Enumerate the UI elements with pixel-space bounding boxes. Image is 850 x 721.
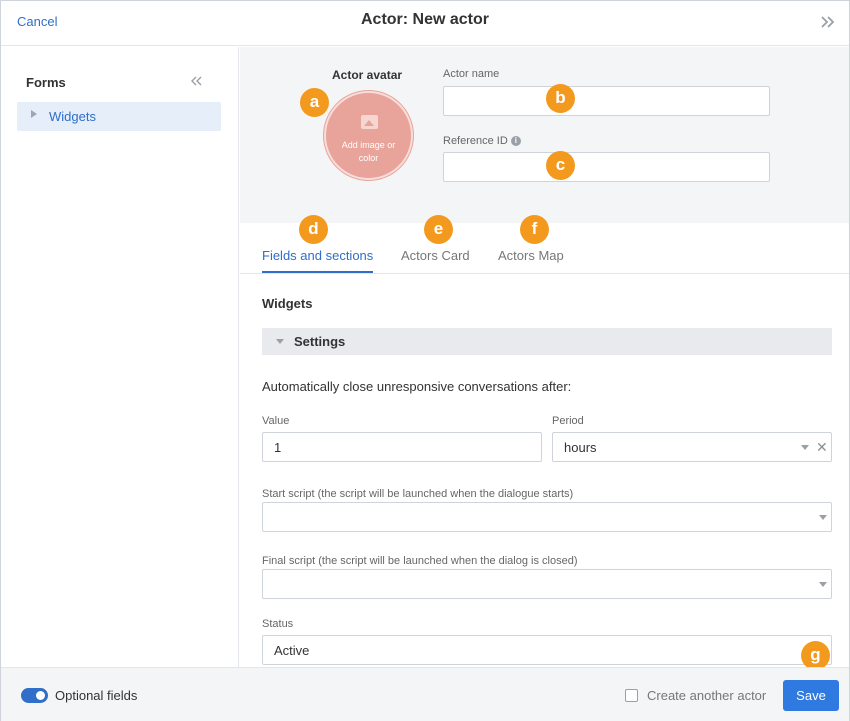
tab-actors-card[interactable]: Actors Card — [401, 248, 470, 273]
callout-badge-g: g — [801, 641, 830, 667]
sidebar-item-label: Widgets — [49, 109, 96, 124]
chevron-down-icon — [819, 582, 827, 587]
create-another-checkbox[interactable] — [625, 689, 638, 702]
value-input[interactable]: 1 — [262, 432, 542, 462]
tab-actors-map[interactable]: Actors Map — [498, 248, 564, 273]
settings-label: Settings — [294, 334, 346, 349]
value-label: Value — [262, 415, 290, 427]
avatar-hint: Add image or color — [341, 140, 396, 163]
triangle-down-icon — [276, 339, 284, 344]
start-script-label: Start script (the script will be launche… — [262, 488, 574, 500]
sidebar-item-widgets[interactable]: Widgets — [17, 102, 221, 131]
actor-info-panel: Actor avatar Add image or color a Actor … — [240, 47, 849, 223]
create-another-label[interactable]: Create another actor — [647, 688, 766, 703]
callout-badge-c: c — [546, 151, 575, 180]
image-icon — [361, 115, 378, 129]
form-content: Widgets Settings Automatically close unr… — [240, 275, 849, 667]
period-label: Period — [552, 415, 584, 427]
status-select[interactable]: Active — [262, 635, 832, 665]
tab-fields-and-sections[interactable]: Fields and sections — [262, 248, 374, 273]
tab-bar: d e f Fields and sections Actors Card Ac… — [240, 215, 849, 274]
sidebar-title: Forms — [26, 75, 66, 90]
chevron-down-icon — [819, 515, 827, 520]
settings-section-toggle[interactable]: Settings — [262, 328, 832, 355]
close-icon[interactable]: ✕ — [816, 440, 828, 454]
callout-badge-d: d — [299, 215, 328, 244]
save-button[interactable]: Save — [783, 680, 839, 711]
optional-fields-label: Optional fields — [55, 688, 138, 703]
section-title: Widgets — [262, 296, 313, 311]
info-icon[interactable]: i — [510, 136, 521, 147]
final-script-select[interactable] — [262, 569, 832, 599]
reference-id-input[interactable] — [443, 152, 770, 182]
period-select[interactable]: hours ✕ — [552, 432, 832, 462]
avatar-label: Actor avatar — [332, 68, 403, 82]
sidebar: Forms Widgets — [1, 47, 239, 667]
status-label: Status — [262, 618, 294, 630]
callout-badge-f: f — [520, 215, 549, 244]
actor-dialog: Cancel Actor: New actor Forms Widgets Ac… — [0, 0, 850, 721]
avatar-picker[interactable]: Add image or color — [324, 91, 413, 180]
callout-badge-b: b — [546, 84, 575, 113]
page-title: Actor: New actor — [360, 11, 490, 28]
optional-fields-toggle[interactable] — [21, 688, 48, 703]
final-script-label: Final script (the script will be launche… — [262, 555, 578, 567]
double-chevron-left-icon[interactable] — [189, 74, 203, 91]
callout-badge-e: e — [424, 215, 453, 244]
chevron-down-icon — [801, 445, 809, 450]
dialog-header: Cancel Actor: New actor — [1, 1, 849, 46]
actor-name-input[interactable] — [443, 86, 770, 116]
double-chevron-right-icon[interactable] — [819, 13, 837, 31]
triangle-right-icon — [31, 110, 37, 118]
callout-badge-a: a — [300, 88, 329, 117]
actor-name-label: Actor name — [443, 68, 500, 80]
dialog-footer: Optional fields Create another actor Sav… — [1, 667, 849, 721]
reference-id-label: Reference ID i — [443, 135, 521, 147]
start-script-select[interactable] — [262, 502, 832, 532]
description-text: Automatically close unresponsive convers… — [262, 379, 572, 394]
